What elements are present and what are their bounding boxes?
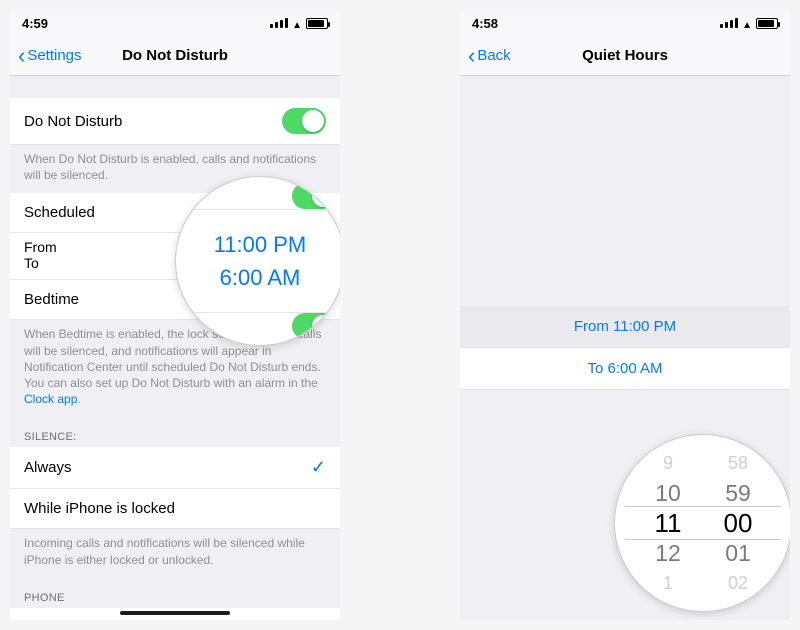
to-row[interactable]: To 6:00 AM (460, 348, 790, 390)
status-time: 4:59 (22, 16, 82, 31)
back-label: Settings (27, 47, 81, 64)
do-not-disturb-screen: 4:59 ‹ Settings Do Not Disturb Do Not Di… (10, 10, 340, 620)
picker-hours[interactable]: 9 10 11 12 1 (633, 448, 703, 598)
back-button[interactable]: ‹ Settings (18, 45, 82, 67)
zoom-preview-schedule: 11:00 PM 6:00 AM (175, 176, 340, 346)
dnd-row[interactable]: Do Not Disturb (10, 98, 340, 145)
chevron-back-icon: ‹ (18, 45, 25, 67)
quiet-hours-screen: 4:58 ‹ Back Quiet Hours From 11:00 PM To… (460, 10, 790, 620)
scheduled-label: Scheduled (24, 204, 95, 221)
nav-bar: ‹ Settings Do Not Disturb (10, 36, 340, 76)
wifi-icon (292, 16, 302, 31)
battery-icon (756, 18, 778, 29)
status-icons (270, 16, 328, 31)
silence-header: SILENCE: (10, 417, 340, 447)
battery-icon (306, 18, 328, 29)
phone-header: PHONE (10, 578, 340, 608)
nav-bar: ‹ Back Quiet Hours (460, 36, 790, 76)
status-icons (720, 16, 778, 31)
chevron-right-icon: › (320, 618, 326, 620)
back-label: Back (477, 47, 510, 64)
zoom-toggle-top (292, 183, 336, 209)
dnd-label: Do Not Disturb (24, 113, 122, 130)
silence-always-label: Always (24, 459, 72, 476)
silence-always-row[interactable]: Always ✓ (10, 447, 340, 489)
home-indicator[interactable] (120, 611, 230, 615)
zoom-toggle-bottom (292, 313, 336, 339)
to-label: To (24, 255, 39, 271)
bedtime-label: Bedtime (24, 291, 79, 308)
back-button[interactable]: ‹ Back (468, 45, 511, 67)
time-picker[interactable]: 9 10 11 12 1 58 59 00 01 02 (615, 435, 790, 611)
cellular-icon (720, 18, 738, 28)
wifi-icon (742, 16, 752, 31)
dnd-toggle[interactable] (282, 108, 326, 134)
silence-locked-label: While iPhone is locked (24, 500, 175, 517)
picker-minutes[interactable]: 58 59 00 01 02 (703, 448, 773, 598)
checkmark-icon: ✓ (311, 457, 326, 478)
silence-footer: Incoming calls and notifications will be… (10, 529, 340, 577)
status-bar: 4:59 (10, 10, 340, 36)
status-bar: 4:58 (460, 10, 790, 36)
zoom-to-time: 6:00 AM (214, 261, 307, 294)
cellular-icon (270, 18, 288, 28)
chevron-back-icon: ‹ (468, 45, 475, 67)
zoom-from-time: 11:00 PM (214, 228, 307, 261)
status-time: 4:58 (472, 16, 532, 31)
from-label: From (24, 239, 57, 255)
clock-app-link[interactable]: Clock app (24, 392, 77, 406)
from-row[interactable]: From 11:00 PM (460, 306, 790, 348)
zoom-preview-picker: 9 10 11 12 1 58 59 00 01 02 (614, 434, 790, 612)
silence-locked-row[interactable]: While iPhone is locked (10, 489, 340, 529)
